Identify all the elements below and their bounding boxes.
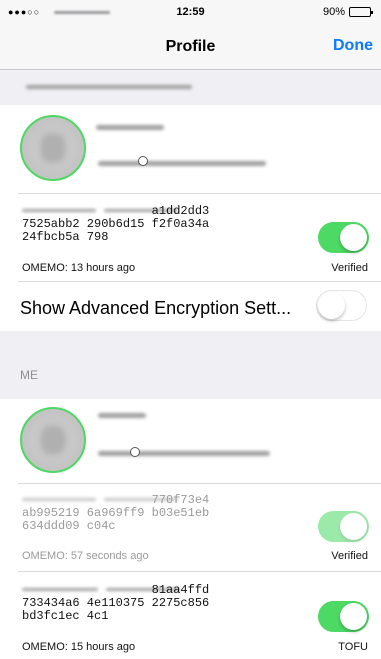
separator — [18, 571, 381, 572]
contact-section-header — [0, 71, 381, 105]
contact-fingerprint: a1dd2dd3 7525abb2 290b6d15 f2f0a34a 24fb… — [22, 204, 210, 244]
done-button[interactable]: Done — [333, 37, 373, 55]
own-device-last-seen: OMEMO: 15 hours ago — [22, 641, 136, 653]
page-title: Profile — [165, 38, 216, 55]
own-device-trust-label: TOFU — [338, 641, 368, 653]
advanced-encryption-toggle[interactable] — [316, 290, 367, 321]
contact-trust-toggle[interactable] — [318, 222, 369, 253]
contact-name-redacted — [96, 125, 164, 130]
own-name-redacted — [98, 413, 146, 418]
own-device-trust-toggle[interactable] — [318, 511, 369, 542]
own-identity-card: 770f73e4 ab995219 6a969ff9 b03e51eb 634d… — [0, 399, 381, 659]
me-section-header — [0, 331, 381, 399]
at-sign-icon — [138, 156, 148, 166]
separator — [18, 193, 381, 194]
separator — [18, 483, 381, 484]
own-device-fingerprint: 81aa4ffd 733434a6 4e110375 2275c856 bd3f… — [22, 583, 210, 623]
own-avatar — [20, 407, 86, 473]
own-device-trust-toggle[interactable] — [318, 601, 369, 632]
contact-last-seen: OMEMO: 13 hours ago — [22, 262, 136, 274]
own-device-last-seen: OMEMO: 57 seconds ago — [22, 550, 149, 562]
contact-avatar — [20, 115, 86, 181]
navigation-bar: Profile Done — [0, 24, 381, 70]
contact-trust-label: Verified — [331, 262, 368, 274]
battery-icon — [349, 7, 373, 17]
battery-indicator: 90% — [322, 6, 373, 18]
own-address-redacted — [98, 451, 270, 456]
own-device-fingerprint: 770f73e4 ab995219 6a969ff9 b03e51eb 634d… — [22, 493, 210, 533]
battery-percent: 90% — [322, 6, 345, 18]
advanced-encryption-label: Show Advanced Encryption Sett... — [20, 298, 292, 318]
contact-address-redacted — [98, 161, 266, 166]
separator — [18, 281, 381, 282]
contact-jid-redacted — [26, 85, 192, 89]
status-bar: ●●●○○ 12:59 90% — [0, 0, 381, 24]
me-section-label: ME — [20, 368, 38, 382]
at-sign-icon — [130, 447, 140, 457]
own-device-trust-label: Verified — [331, 550, 368, 562]
